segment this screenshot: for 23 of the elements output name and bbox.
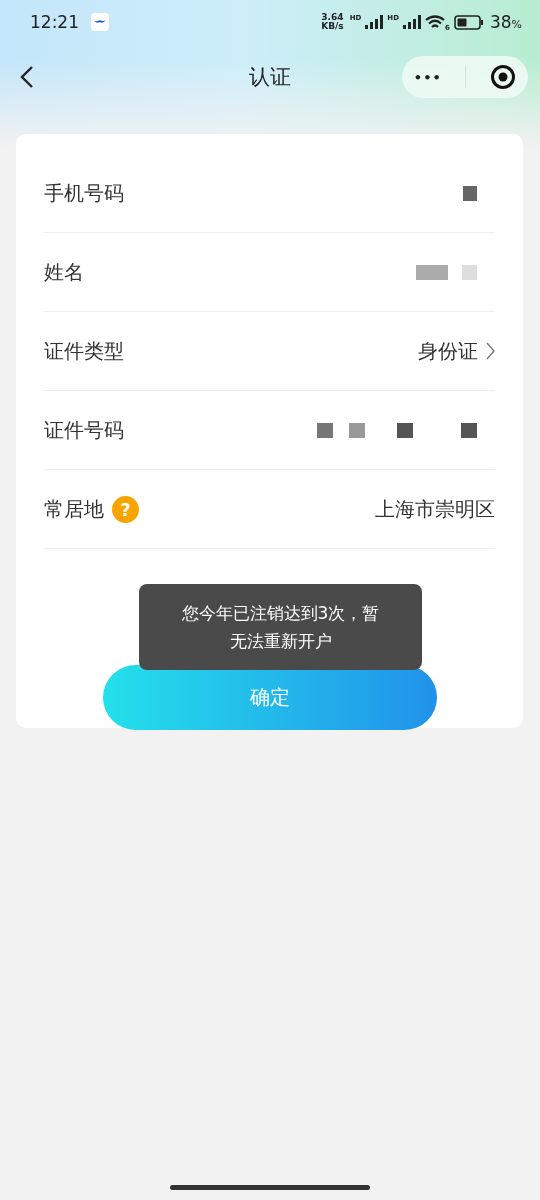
toast-message: 您今年已注销达到3次，暂无法重新开户	[139, 584, 422, 670]
network-speed: 3.64 KB/s	[321, 13, 344, 31]
field-value: 上海市崇明区	[375, 495, 495, 523]
wifi-icon	[425, 14, 446, 30]
back-icon[interactable]	[20, 65, 34, 89]
field-label: 证件号码	[44, 416, 124, 444]
close-target-icon[interactable]	[490, 64, 517, 90]
redacted-value	[463, 185, 477, 201]
bird-icon	[91, 13, 109, 31]
select-value[interactable]: 身份证	[418, 337, 478, 365]
status-time: 12:21	[30, 12, 79, 32]
battery-percent: 38%	[489, 12, 522, 32]
signal-icon	[365, 15, 384, 29]
battery-icon	[453, 14, 484, 30]
field-label: 手机号码	[44, 179, 124, 207]
chevron-right-icon	[486, 342, 495, 360]
redacted-value	[416, 264, 477, 280]
field-label: 常居地	[44, 495, 104, 523]
field-label: 姓名	[44, 258, 84, 286]
page-title: 认证	[248, 64, 292, 91]
more-button[interactable]: •••	[413, 69, 442, 85]
signal-icon	[403, 15, 422, 29]
field-label: 证件类型	[44, 337, 124, 365]
